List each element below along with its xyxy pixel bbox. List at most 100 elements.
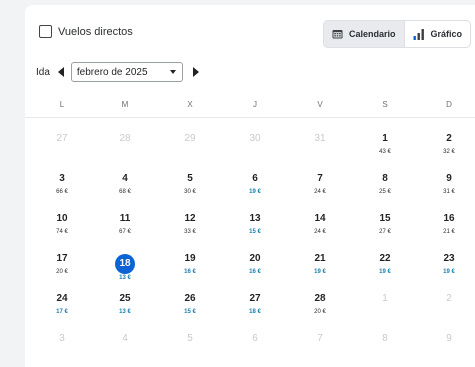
day-price: 25 € <box>379 189 391 195</box>
weekday-label: D <box>446 100 452 109</box>
day-cell[interactable]: 2 32 € <box>424 133 474 167</box>
weekday-label: J <box>253 100 257 109</box>
calendar-view-label: Calendario <box>349 29 396 39</box>
day-number: 5 <box>187 333 193 344</box>
next-month-arrow-icon[interactable] <box>192 67 199 77</box>
day-price: 15 € <box>184 309 196 315</box>
day-number: 22 <box>379 253 391 264</box>
weekday-header: L M X J V S D <box>25 100 475 112</box>
day-number: 7 <box>317 333 323 344</box>
day-number: 19 <box>184 253 196 264</box>
day-cell: 29 <box>165 133 215 167</box>
month-select[interactable]: febrero de 2025 <box>70 62 183 82</box>
day-number: 9 <box>446 173 452 184</box>
previous-month-arrow-icon[interactable] <box>57 67 64 77</box>
day-cell[interactable]: 23 19 € <box>424 253 474 287</box>
day-price: 15 € <box>249 229 261 235</box>
day-price: 27 € <box>379 229 391 235</box>
direct-flights-label: Vuelos directos <box>58 25 133 38</box>
day-price: 68 € <box>119 189 131 195</box>
day-cell: 8 <box>360 333 410 367</box>
day-cell[interactable]: 4 68 € <box>100 173 150 207</box>
day-number: 23 <box>443 253 455 264</box>
day-cell[interactable]: 3 66 € <box>37 173 87 207</box>
day-number: 4 <box>122 333 128 344</box>
day-price: 32 € <box>443 149 455 155</box>
weekday-label: V <box>317 100 323 109</box>
day-number: 6 <box>252 333 258 344</box>
day-cell[interactable]: 16 21 € <box>424 213 474 247</box>
day-cell[interactable]: 13 15 € <box>230 213 280 247</box>
day-cell[interactable]: 27 18 € <box>230 293 280 327</box>
day-price: 19 € <box>314 269 326 275</box>
day-cell[interactable]: 25 13 € <box>100 293 150 327</box>
day-number: 16 <box>443 213 455 224</box>
day-cell[interactable]: 14 24 € <box>295 213 345 247</box>
day-cell[interactable]: 17 20 € <box>37 253 87 287</box>
day-price: 16 € <box>249 269 261 275</box>
day-price: 74 € <box>56 229 68 235</box>
day-price: 30 € <box>184 189 196 195</box>
day-number: 3 <box>59 173 65 184</box>
calendar-view-button[interactable]: Calendario <box>324 21 405 47</box>
day-cell[interactable]: 19 16 € <box>165 253 215 287</box>
day-number: 31 <box>314 133 326 144</box>
day-number: 20 <box>249 253 261 264</box>
day-price: 19 € <box>249 189 261 195</box>
day-cell[interactable]: 11 67 € <box>100 213 150 247</box>
day-price: 24 € <box>314 189 326 195</box>
day-number: 29 <box>184 133 196 144</box>
day-cell: 2 <box>424 293 474 327</box>
day-cell: 5 <box>165 333 215 367</box>
day-number: 6 <box>252 173 258 184</box>
day-cell[interactable]: 20 16 € <box>230 253 280 287</box>
day-number: 2 <box>446 133 452 144</box>
day-cell[interactable]: 21 19 € <box>295 253 345 287</box>
direct-flights-filter[interactable]: Vuelos directos <box>39 25 133 38</box>
day-cell[interactable]: 7 24 € <box>295 173 345 207</box>
day-cell[interactable]: 6 19 € <box>230 173 280 207</box>
day-cell[interactable]: 8 25 € <box>360 173 410 207</box>
chart-view-label: Gráfico <box>430 29 463 39</box>
day-cell[interactable]: 9 31 € <box>424 173 474 207</box>
day-price: 66 € <box>56 189 68 195</box>
selected-day-cell[interactable]: 18 13 € <box>100 253 150 287</box>
day-cell: 3 <box>37 333 87 367</box>
day-number: 4 <box>122 173 128 184</box>
day-cell[interactable]: 1 43 € <box>360 133 410 167</box>
day-price: 21 € <box>443 229 455 235</box>
day-number: 14 <box>314 213 326 224</box>
day-number: 8 <box>382 173 388 184</box>
day-cell[interactable]: 15 27 € <box>360 213 410 247</box>
day-cell[interactable]: 24 17 € <box>37 293 87 327</box>
day-number: 28 <box>314 293 326 304</box>
day-price: 33 € <box>184 229 196 235</box>
day-cell[interactable]: 26 15 € <box>165 293 215 327</box>
day-number: 15 <box>379 213 391 224</box>
day-number: 1 <box>382 133 388 144</box>
day-price: 13 € <box>119 275 131 281</box>
day-cell[interactable]: 12 33 € <box>165 213 215 247</box>
day-cell[interactable]: 10 74 € <box>37 213 87 247</box>
day-cell: 28 <box>100 133 150 167</box>
day-cell[interactable]: 5 30 € <box>165 173 215 207</box>
day-number: 11 <box>119 213 131 224</box>
day-number: 5 <box>187 173 193 184</box>
day-number: 25 <box>119 293 131 304</box>
calendar-icon <box>332 30 343 39</box>
weekday-label: M <box>121 100 129 109</box>
day-price: 43 € <box>379 149 391 155</box>
day-price: 19 € <box>443 269 455 275</box>
chart-view-button[interactable]: Gráfico <box>405 21 471 47</box>
weekday-label: X <box>187 100 193 109</box>
day-number: 21 <box>314 253 326 264</box>
day-cell: 31 <box>295 133 345 167</box>
day-number: 3 <box>59 333 65 344</box>
day-number: 18 <box>115 254 135 274</box>
day-number: 27 <box>249 293 261 304</box>
bar-chart-icon <box>413 28 424 40</box>
day-cell[interactable]: 28 20 € <box>295 293 345 327</box>
direct-flights-checkbox[interactable] <box>39 25 52 38</box>
day-cell[interactable]: 22 19 € <box>360 253 410 287</box>
day-number: 10 <box>56 213 68 224</box>
